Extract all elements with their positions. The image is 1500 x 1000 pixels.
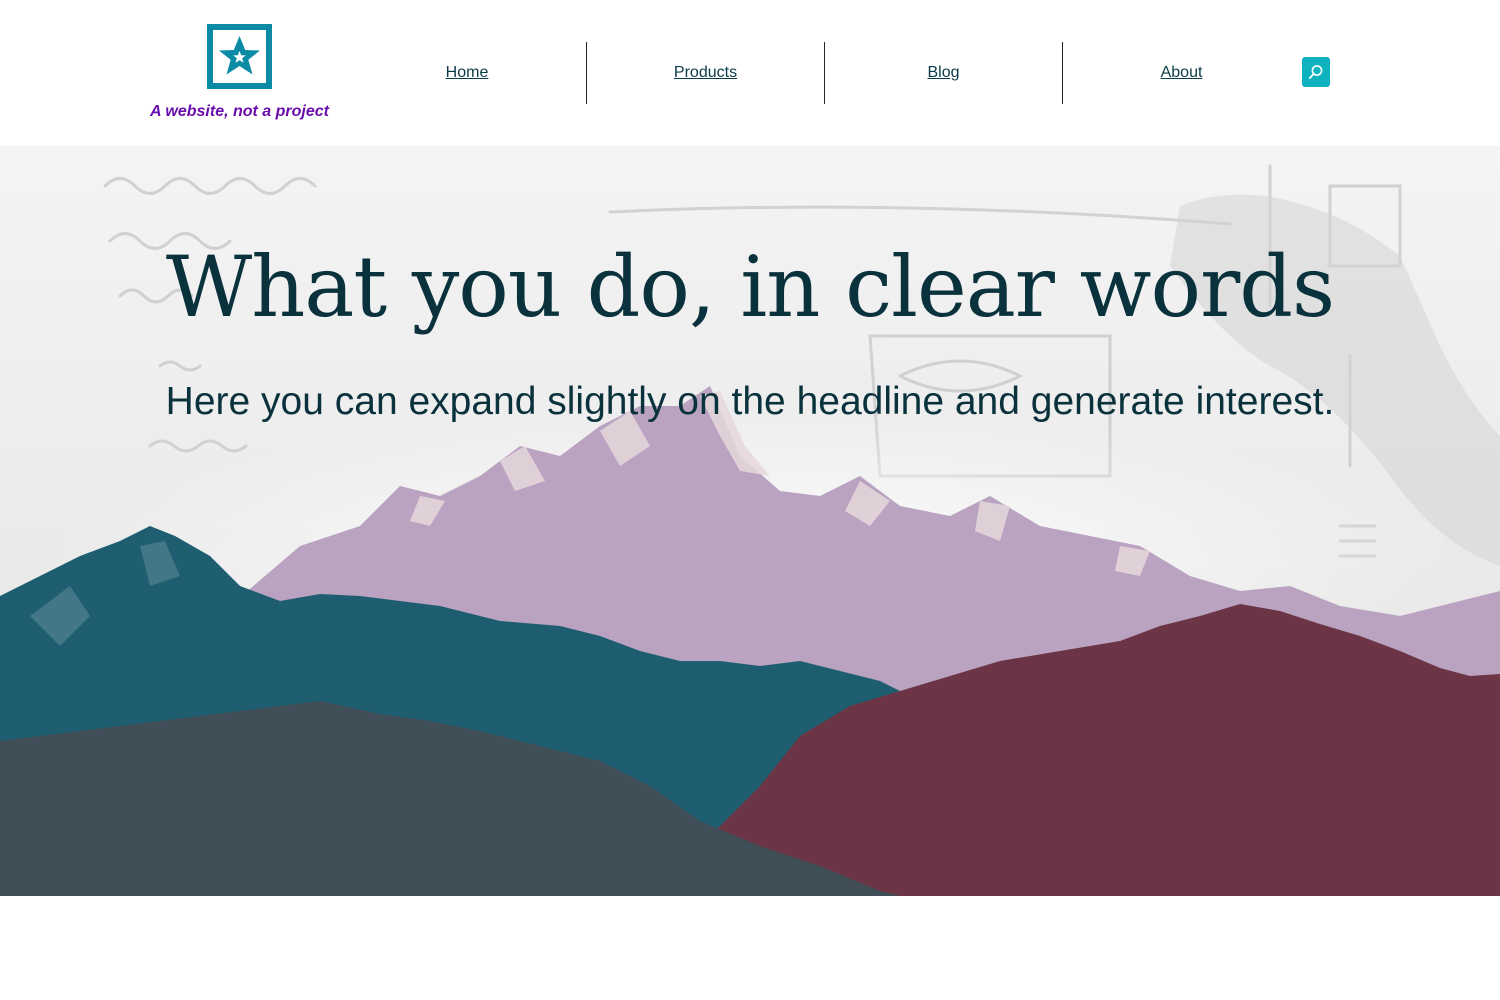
nav-link-home[interactable]: Home bbox=[446, 64, 489, 82]
nav-link-products[interactable]: Products bbox=[674, 64, 737, 82]
star-frame-icon bbox=[207, 24, 272, 89]
logo-link[interactable] bbox=[207, 24, 272, 89]
nav-item-blog: Blog bbox=[824, 42, 1062, 104]
hero-subtitle: Here you can expand slightly on the head… bbox=[165, 380, 1335, 423]
hero-title: What you do, in clear words bbox=[165, 238, 1335, 336]
hero-section: What you do, in clear words Here you can… bbox=[0, 146, 1500, 896]
nav-link-about[interactable]: About bbox=[1161, 64, 1203, 82]
main-nav: Home Products Blog About bbox=[348, 42, 1300, 104]
site-tagline: A website, not a project bbox=[150, 103, 329, 120]
nav-item-products: Products bbox=[586, 42, 824, 104]
nav-item-home: Home bbox=[348, 42, 586, 104]
nav-link-blog[interactable]: Blog bbox=[927, 64, 959, 82]
page: A website, not a project Home Products B… bbox=[0, 0, 1500, 1000]
nav-item-about: About bbox=[1062, 42, 1300, 104]
site-header: A website, not a project Home Products B… bbox=[0, 0, 1500, 146]
search-icon bbox=[1308, 65, 1323, 79]
page-bottom-space bbox=[0, 896, 1500, 1000]
search-button[interactable] bbox=[1302, 57, 1330, 87]
